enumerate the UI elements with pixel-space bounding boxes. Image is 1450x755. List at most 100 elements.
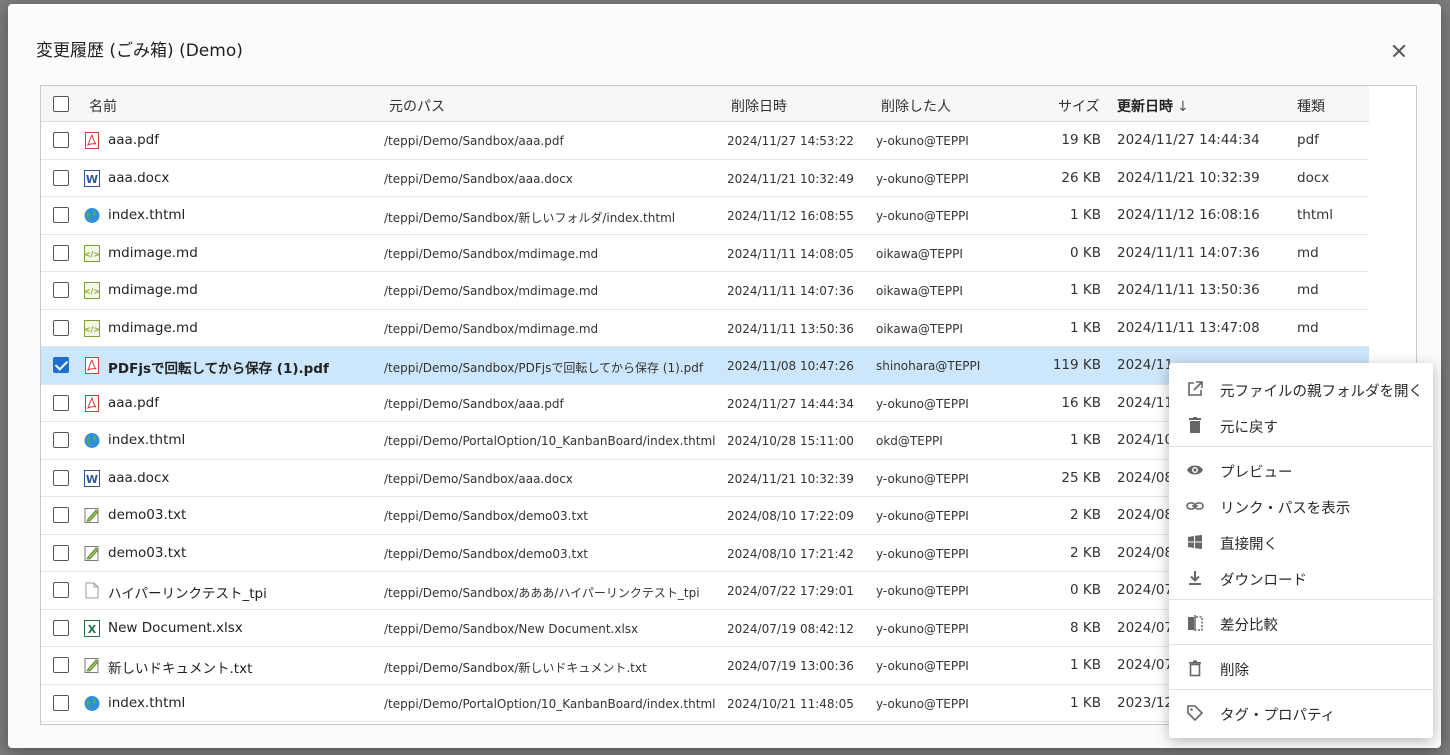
file-name: index.thtml — [108, 207, 186, 223]
menu-item-label: 直接開く — [1220, 537, 1278, 553]
cell-size: 8 KB — [1070, 619, 1101, 636]
row-checkbox[interactable] — [53, 169, 69, 186]
cell-size: 25 KB — [1061, 469, 1101, 486]
menu-item-download[interactable]: ダウンロード — [1169, 561, 1433, 593]
cell-deleted-at: 2024/11/12 16:08:55 — [727, 209, 854, 223]
row-checkbox[interactable] — [53, 357, 69, 373]
menu-item-tag[interactable]: タグ・プロパティ — [1169, 696, 1433, 728]
row-checkbox[interactable] — [53, 582, 69, 598]
restore-icon — [1186, 416, 1204, 434]
cell-path: /teppi/Demo/Sandbox/aaa.pdf — [384, 396, 564, 411]
col-header-type[interactable]: 種類 — [1297, 96, 1325, 116]
word-icon: W — [84, 169, 100, 187]
cell-size: 26 KB — [1061, 169, 1101, 186]
row-checkbox[interactable] — [53, 432, 69, 448]
svg-text:</>: </> — [84, 325, 100, 334]
cell-path: /teppi/Demo/Sandbox/aaa.docx — [384, 171, 573, 186]
cell-size: 1 KB — [1070, 694, 1101, 711]
table-row[interactable]: aaa.pdf/teppi/Demo/Sandbox/aaa.pdf 2024/1… — [41, 122, 1369, 160]
row-checkbox[interactable] — [53, 319, 69, 336]
cell-size: 0 KB — [1070, 582, 1101, 598]
cell-updated-at: 2024/11/21 10:32:39 — [1117, 169, 1260, 186]
trash-icon — [1186, 659, 1204, 677]
cell-path: /teppi/Demo/PortalOption/10_KanbanBoard/… — [384, 434, 716, 448]
col-header-path[interactable]: 元のパス — [389, 96, 445, 116]
cell-deleted-by: y-okuno@TEPPI — [876, 134, 969, 148]
menu-divider — [1169, 599, 1433, 600]
menu-item-compare[interactable]: 差分比較 — [1169, 606, 1433, 638]
row-checkbox[interactable] — [53, 694, 69, 711]
cell-path: /teppi/Demo/Sandbox/demo03.txt — [384, 509, 588, 523]
row-checkbox[interactable] — [53, 507, 69, 523]
cell-updated-at: 2024/11/12 16:08:16 — [1117, 207, 1260, 223]
cell-deleted-by: y-okuno@TEPPI — [876, 509, 969, 523]
menu-item-open-external[interactable]: 元ファイルの親フォルダを開く — [1169, 372, 1433, 404]
col-header-updated-at[interactable]: 更新日時 ↓ — [1117, 96, 1189, 116]
row-checkbox[interactable] — [53, 394, 69, 411]
cell-deleted-at: 2024/07/22 17:29:01 — [727, 584, 854, 598]
file-name: aaa.pdf — [108, 394, 160, 411]
row-checkbox[interactable] — [53, 619, 69, 636]
menu-item-windows[interactable]: 直接開く — [1169, 525, 1433, 557]
row-checkbox[interactable] — [53, 544, 69, 561]
col-header-deleted-by[interactable]: 削除した人 — [881, 96, 951, 116]
select-all-checkbox[interactable] — [53, 96, 69, 112]
cell-size: 1 KB — [1070, 657, 1101, 673]
cell-type: md — [1297, 282, 1319, 298]
text-edit-icon — [84, 507, 100, 524]
table-row[interactable]: Waaa.docx/teppi/Demo/Sandbox/aaa.docx 202… — [41, 160, 1369, 197]
row-checkbox[interactable] — [53, 132, 69, 148]
cell-size: 16 KB — [1061, 394, 1101, 411]
pdf-icon — [84, 132, 100, 149]
row-checkbox[interactable] — [53, 244, 69, 261]
cell-deleted-at: 2024/11/21 10:32:39 — [727, 471, 854, 486]
table-row[interactable]: index.thtml/teppi/Demo/Sandbox/新しいフォルダ/i… — [41, 197, 1369, 235]
cell-deleted-at: 2024/07/19 08:42:12 — [727, 621, 854, 636]
menu-item-restore[interactable]: 元に戻す — [1169, 408, 1433, 440]
windows-icon — [1186, 533, 1204, 551]
table-row[interactable]: </> mdimage.md/teppi/Demo/Sandbox/mdimage… — [41, 272, 1369, 310]
col-header-size[interactable]: サイズ — [1058, 96, 1100, 116]
close-icon[interactable] — [1388, 40, 1410, 62]
cell-deleted-at: 2024/11/11 13:50:36 — [727, 321, 854, 336]
svg-text:</>: </> — [84, 250, 100, 259]
menu-item-link[interactable]: リンク・パスを表示 — [1169, 489, 1433, 521]
row-checkbox[interactable] — [53, 469, 69, 486]
cell-path: /teppi/Demo/Sandbox/mdimage.md — [384, 284, 599, 298]
col-header-name[interactable]: 名前 — [89, 96, 117, 116]
cell-path: /teppi/Demo/Sandbox/mdimage.md — [384, 321, 599, 336]
svg-text:W: W — [86, 473, 98, 486]
cell-path: /teppi/Demo/Sandbox/mdimage.md — [384, 246, 599, 261]
file-name: demo03.txt — [108, 544, 187, 561]
code-icon: </> — [84, 244, 100, 262]
link-icon — [1186, 497, 1204, 515]
eye-icon — [1186, 461, 1204, 479]
cell-path: /teppi/Demo/Sandbox/New Document.xlsx — [384, 621, 639, 636]
row-checkbox[interactable] — [53, 657, 69, 673]
menu-item-eye[interactable]: プレビュー — [1169, 453, 1433, 485]
table-row[interactable]: </> mdimage.md/teppi/Demo/Sandbox/mdimage… — [41, 310, 1369, 347]
menu-item-label: 削除 — [1220, 663, 1249, 679]
menu-item-trash[interactable]: 削除 — [1169, 651, 1433, 683]
blank-file-icon — [84, 582, 100, 599]
cell-deleted-at: 2024/11/11 14:08:05 — [727, 246, 854, 261]
cell-deleted-at: 2024/10/28 15:11:00 — [727, 434, 854, 448]
dialog-title: 変更履歴 (ごみ箱) (Demo) — [36, 41, 243, 61]
file-name: index.thtml — [108, 694, 186, 711]
cell-path: /teppi/Demo/Sandbox/あああ/ハイパーリンクテスト_tpi — [384, 586, 700, 600]
cell-deleted-at: 2024/11/08 10:47:26 — [727, 359, 854, 373]
row-checkbox[interactable] — [53, 282, 69, 298]
table-row[interactable]: </> mdimage.md/teppi/Demo/Sandbox/mdimage… — [41, 235, 1369, 272]
cell-deleted-by: oikawa@TEPPI — [876, 284, 963, 298]
menu-item-label: 元に戻す — [1220, 420, 1278, 436]
col-header-deleted-at[interactable]: 削除日時 — [731, 96, 787, 116]
cell-type: md — [1297, 244, 1319, 261]
cell-deleted-by: oikawa@TEPPI — [876, 321, 963, 336]
open-external-icon — [1186, 380, 1204, 398]
cell-path: /teppi/Demo/Sandbox/新しいフォルダ/index.thtml — [384, 211, 676, 225]
row-checkbox[interactable] — [53, 207, 69, 223]
cell-updated-at: 2024/11/27 14:44:34 — [1117, 132, 1260, 148]
cell-size: 1 KB — [1070, 207, 1101, 223]
cell-deleted-by: y-okuno@TEPPI — [876, 471, 969, 486]
file-name: demo03.txt — [108, 507, 187, 523]
